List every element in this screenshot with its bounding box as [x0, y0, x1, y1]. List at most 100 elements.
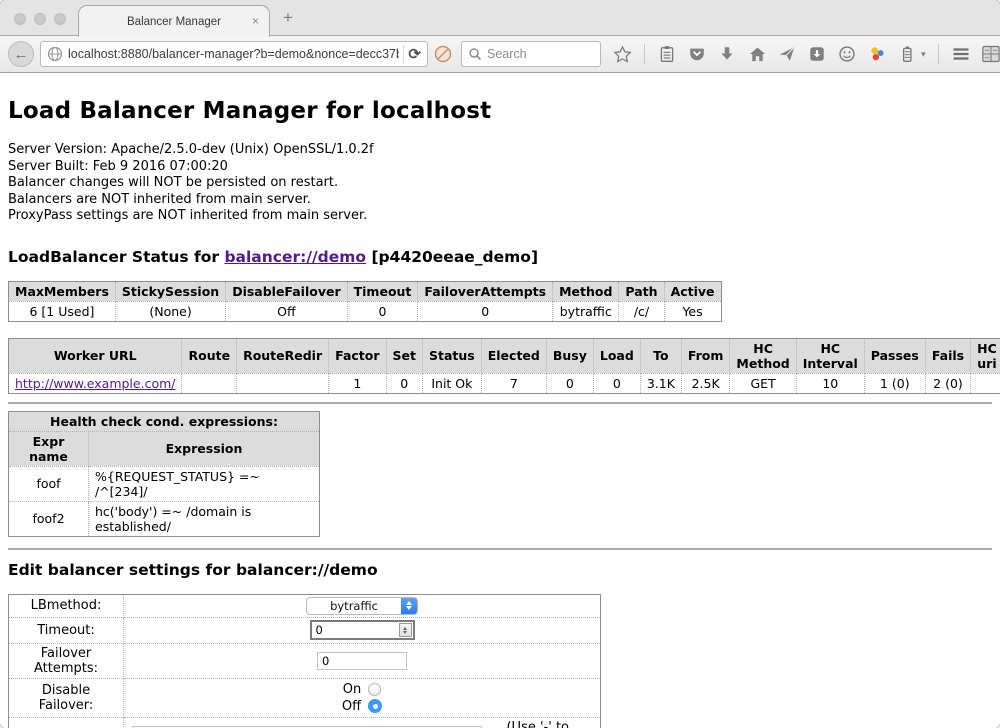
worker-url-link[interactable]: http://www.example.com/ [15, 376, 175, 391]
failover-attempts-label: Failover Attempts: [9, 643, 124, 678]
content-blocked-icon[interactable] [434, 45, 452, 63]
form-row-timeout: Timeout: [9, 617, 601, 643]
col-header: Expr name [9, 431, 89, 466]
zoom-window-button[interactable] [54, 13, 66, 25]
timeout-label: Timeout: [9, 617, 124, 643]
col-header: Fails [925, 338, 970, 373]
worker-status-table: Worker URL Route RouteRedir Factor Set S… [8, 338, 1000, 394]
chevron-down-icon[interactable]: ▾ [921, 49, 926, 60]
form-row-disable-failover: Disable Failover: On Off [9, 678, 601, 717]
minimize-window-button[interactable] [34, 13, 46, 25]
col-header: Passes [864, 338, 925, 373]
failover-off-radio[interactable] [368, 699, 382, 713]
close-window-button[interactable] [14, 13, 26, 25]
battery-extension-icon[interactable] [897, 44, 917, 64]
col-header: HC Interval [796, 338, 864, 373]
cell: /c/ [619, 301, 664, 321]
health-table-title: Health check cond. expressions: [9, 411, 320, 431]
cell: http://www.example.com/ [9, 373, 182, 393]
cell: 3.1K [640, 373, 681, 393]
cell: GET [730, 373, 796, 393]
cell: 0 [386, 373, 422, 393]
section-divider [8, 548, 992, 550]
pocket-icon[interactable] [687, 44, 707, 64]
new-tab-button[interactable]: + [283, 8, 293, 28]
tab-close-icon[interactable]: × [252, 14, 259, 28]
send-tab-icon[interactable] [777, 44, 797, 64]
home-icon[interactable] [747, 44, 767, 64]
table-row: 6 [1 Used] (None) Off 0 0 bytraffic /c/ … [9, 301, 722, 321]
lbmethod-label: LBmethod: [9, 594, 124, 617]
url-text[interactable]: localhost:8880/balancer-manager?b=demo&n… [68, 47, 399, 61]
extension-download-icon[interactable] [807, 44, 827, 64]
server-info: Server Version: Apache/2.5.0-dev (Unix) … [8, 142, 992, 225]
tab-balancer-manager[interactable]: Balancer Manager × [78, 5, 270, 37]
col-header: DisableFailover [226, 281, 347, 301]
cell: Off [226, 301, 347, 321]
col-header: Factor [329, 338, 386, 373]
failover-on-radio[interactable] [368, 683, 381, 696]
cell: 0 [546, 373, 593, 393]
server-version-line: Server Version: Apache/2.5.0-dev (Unix) … [8, 142, 992, 159]
cell: Yes [664, 301, 721, 321]
window-controls [14, 13, 66, 25]
balancer-demo-link[interactable]: balancer://demo [224, 248, 366, 266]
search-field[interactable]: Search [461, 41, 601, 67]
col-header: MaxMembers [9, 281, 116, 301]
url-divider [403, 45, 404, 63]
bookmark-star-icon[interactable] [612, 44, 632, 64]
col-header: StickySession [115, 281, 225, 301]
edit-settings-heading: Edit balancer settings for balancer://de… [8, 561, 992, 579]
table-header-row: Expr name Expression [9, 431, 320, 466]
radio-on-label: On [343, 682, 361, 697]
balancer-settings-form: LBmethod: bytraffic Timeout: [8, 594, 601, 728]
number-spinner-icon[interactable] [399, 623, 412, 637]
url-bar[interactable]: localhost:8880/balancer-manager?b=demo&n… [40, 41, 428, 67]
bookmarks-clipboard-icon[interactable] [657, 44, 677, 64]
cell: 0 [347, 301, 418, 321]
sticky-session-label: Sticky Session: [9, 717, 124, 728]
col-header: Path [619, 281, 664, 301]
cell [971, 373, 1000, 393]
browser-window: Balancer Manager × + ← localhost:8880/ba… [0, 0, 1000, 728]
lbmethod-select[interactable]: bytraffic [306, 597, 418, 615]
navigation-toolbar: ← localhost:8880/balancer-manager?b=demo… [0, 36, 1000, 73]
cell: 1 [329, 373, 386, 393]
toolbar-buttons: ▾ [612, 44, 1000, 64]
downloads-icon[interactable] [717, 44, 737, 64]
col-header: Route [182, 338, 237, 373]
cell: Init Ok [423, 373, 482, 393]
col-header: Worker URL [9, 338, 182, 373]
col-header: HC Method [730, 338, 796, 373]
cell: %{REQUEST_STATUS} =~ /^[234]/ [89, 466, 320, 501]
back-button[interactable]: ← [8, 41, 34, 67]
col-header: Status [423, 338, 482, 373]
health-check-table: Health check cond. expressions: Expr nam… [8, 411, 320, 537]
status-heading-prefix: LoadBalancer Status for [8, 248, 224, 266]
page-title: Load Balancer Manager for localhost [8, 98, 992, 124]
table-row: foof %{REQUEST_STATUS} =~ /^[234]/ [9, 466, 320, 501]
radio-off-label: Off [342, 699, 361, 714]
col-header: HC uri [971, 338, 1000, 373]
persist-notice-line: Balancer changes will NOT be persisted o… [8, 175, 992, 192]
cell: 10 [796, 373, 864, 393]
form-row-lbmethod: LBmethod: bytraffic [9, 594, 601, 617]
inherit-notice-line: Balancers are NOT inherited from main se… [8, 192, 992, 209]
loadbalancer-status-heading: LoadBalancer Status for balancer://demo … [8, 248, 992, 266]
colored-dots-extension-icon[interactable] [867, 44, 887, 64]
menu-hamburger-icon[interactable] [951, 44, 971, 64]
col-header: FailoverAttempts [418, 281, 553, 301]
cell: hc('body') =~ /domain is established/ [89, 501, 320, 536]
tile-tabs-icon[interactable] [981, 44, 1000, 64]
toolbar-divider [644, 44, 645, 64]
table-header-row: Health check cond. expressions: [9, 411, 320, 431]
failover-attempts-input[interactable] [317, 652, 407, 670]
feedback-smiley-icon[interactable] [837, 44, 857, 64]
col-header: Active [664, 281, 721, 301]
reload-icon[interactable]: ⟳ [408, 45, 421, 63]
col-header: Elected [481, 338, 546, 373]
section-divider [8, 402, 992, 404]
table-row: http://www.example.com/ 1 0 Init Ok 7 0 … [9, 373, 1000, 393]
table-row: foof2 hc('body') =~ /domain is establish… [9, 501, 320, 536]
disable-failover-label: Disable Failover: [9, 678, 124, 717]
